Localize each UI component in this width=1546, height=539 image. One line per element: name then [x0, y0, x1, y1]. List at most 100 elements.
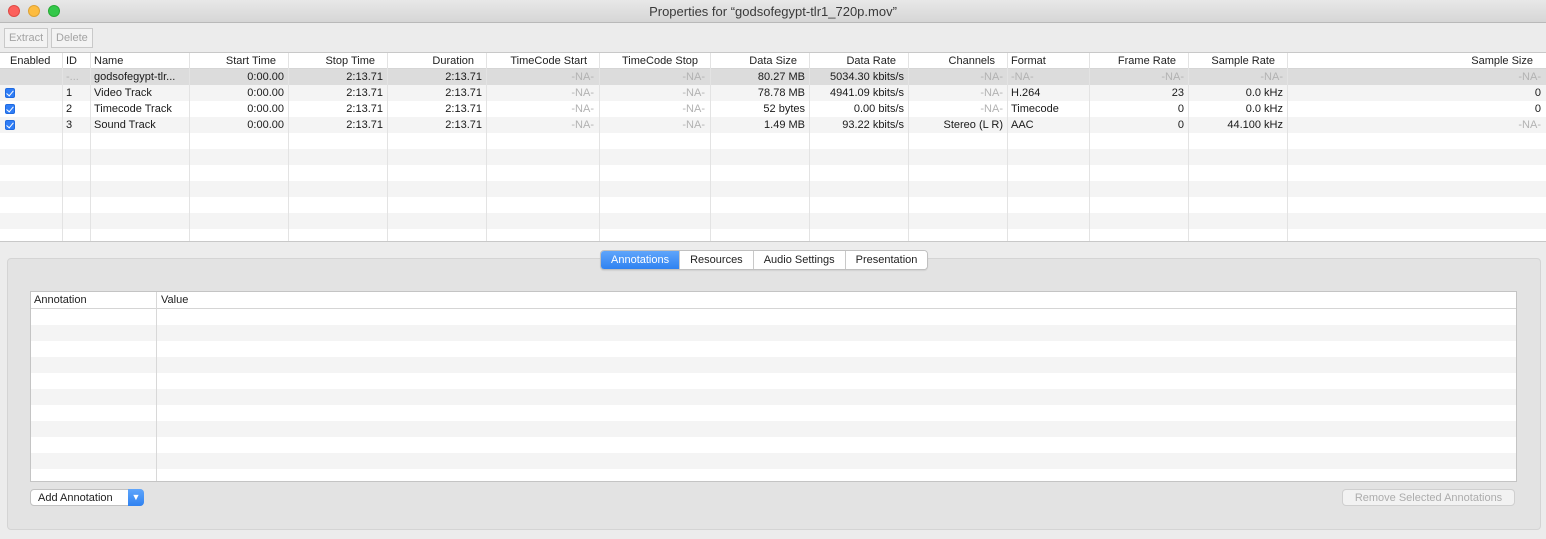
cell-sample-rate: -NA-	[1260, 71, 1283, 83]
cell-name: godsofegypt-tlr...	[94, 71, 176, 83]
cell-frame-rate: 0	[1177, 103, 1184, 115]
empty-row	[31, 405, 1516, 421]
remove-selected-annotations-button[interactable]: Remove Selected Annotations	[1342, 489, 1515, 506]
empty-row	[31, 309, 1516, 325]
empty-row	[0, 149, 1546, 165]
empty-row	[0, 181, 1546, 197]
window-title: Properties for “godsofegypt-tlr1_720p.mo…	[649, 4, 897, 19]
add-annotation-popup[interactable]: Add Annotation ▼	[30, 489, 144, 506]
title-bar: Properties for “godsofegypt-tlr1_720p.mo…	[0, 0, 1546, 23]
add-annotation-label: Add Annotation	[38, 492, 113, 504]
column-divider	[710, 53, 711, 241]
cell-data-rate: 0.00 bits/s	[853, 103, 904, 115]
chevron-down-icon: ▼	[128, 489, 144, 506]
toolbar: Extract Delete	[0, 23, 1546, 53]
cell-id: 3	[66, 119, 73, 131]
cell-start-time: 0:00.00	[247, 119, 284, 131]
column-header-sample-size[interactable]: Sample Size	[1288, 54, 1533, 68]
column-header-data-rate[interactable]: Data Rate	[810, 54, 896, 68]
empty-row	[31, 469, 1516, 481]
column-divider	[90, 53, 91, 241]
cell-duration: 2:13.71	[445, 87, 482, 99]
column-header-enabled[interactable]: Enabled	[10, 54, 50, 68]
table-row[interactable]: 3 Sound Track 0:00.00 2:13.71 2:13.71 -NA- -NA…	[0, 117, 1546, 133]
column-header-value[interactable]: Value	[161, 293, 188, 307]
column-header-timecode-stop[interactable]: TimeCode Stop	[600, 54, 698, 68]
cell-format: -NA-	[1011, 71, 1034, 83]
tracks-table: Enabled ID Name Start Time Stop Time Dur…	[0, 53, 1546, 242]
cell-duration: 2:13.71	[445, 103, 482, 115]
cell-timecode-stop: -NA-	[682, 71, 705, 83]
empty-row	[0, 197, 1546, 213]
column-header-frame-rate[interactable]: Frame Rate	[1090, 54, 1176, 68]
column-header-channels[interactable]: Channels	[909, 54, 995, 68]
column-header-duration[interactable]: Duration	[388, 54, 474, 68]
cell-timecode-start: -NA-	[571, 119, 594, 131]
tab-presentation[interactable]: Presentation	[845, 251, 928, 269]
cell-sample-rate: 0.0 kHz	[1245, 87, 1283, 99]
column-divider	[809, 53, 810, 241]
cell-format: AAC	[1011, 119, 1034, 131]
column-divider	[387, 53, 388, 241]
column-divider	[1089, 53, 1090, 241]
tab-audio-settings[interactable]: Audio Settings	[753, 251, 846, 269]
empty-row	[0, 213, 1546, 229]
cell-channels: -NA-	[980, 103, 1003, 115]
cell-frame-rate: -NA-	[1161, 71, 1184, 83]
cell-data-size: 78.78 MB	[757, 87, 805, 99]
column-header-sample-rate[interactable]: Sample Rate	[1189, 54, 1275, 68]
details-tab-bar: Annotations Resources Audio Settings Pre…	[600, 250, 929, 270]
column-header-name[interactable]: Name	[94, 54, 123, 68]
cell-channels: -NA-	[980, 87, 1003, 99]
table-row[interactable]: 2 Timecode Track 0:00.00 2:13.71 2:13.71 -NA-…	[0, 101, 1546, 117]
tracks-table-header: Enabled ID Name Start Time Stop Time Dur…	[0, 53, 1546, 69]
cell-stop-time: 2:13.71	[346, 71, 383, 83]
enabled-checkbox[interactable]	[5, 104, 15, 114]
empty-row	[31, 341, 1516, 357]
cell-duration: 2:13.71	[445, 71, 482, 83]
column-divider	[486, 53, 487, 241]
cell-data-rate: 93.22 kbits/s	[842, 119, 904, 131]
cell-stop-time: 2:13.71	[346, 119, 383, 131]
delete-button[interactable]: Delete	[51, 28, 93, 48]
cell-start-time: 0:00.00	[247, 103, 284, 115]
empty-row	[31, 325, 1516, 341]
cell-format: H.264	[1011, 87, 1041, 99]
column-divider	[599, 53, 600, 241]
column-header-format[interactable]: Format	[1011, 54, 1046, 68]
enabled-checkbox[interactable]	[5, 88, 15, 98]
annotations-table-header: Annotation Value	[31, 292, 1516, 309]
cell-data-size: 52 bytes	[763, 103, 805, 115]
column-header-id[interactable]: ID	[66, 54, 77, 68]
cell-timecode-stop: -NA-	[682, 103, 705, 115]
column-header-start-time[interactable]: Start Time	[190, 54, 276, 68]
column-header-timecode-start[interactable]: TimeCode Start	[487, 54, 587, 68]
column-header-data-size[interactable]: Data Size	[711, 54, 797, 68]
column-header-annotation[interactable]: Annotation	[34, 293, 87, 307]
table-row[interactable]: 1 Video Track 0:00.00 2:13.71 2:13.71 -NA- -NA…	[0, 85, 1546, 101]
cell-duration: 2:13.71	[445, 119, 482, 131]
cell-id: 1	[66, 87, 73, 99]
cell-start-time: 0:00.00	[247, 87, 284, 99]
column-divider	[1188, 53, 1189, 241]
cell-sample-size: -NA-	[1518, 119, 1541, 131]
empty-row	[0, 229, 1546, 241]
table-row[interactable]: -... godsofegypt-tlr... 0:00.00 2:13.71 2:13…	[0, 69, 1546, 85]
empty-row	[31, 357, 1516, 373]
cell-frame-rate: 23	[1171, 87, 1184, 99]
cell-name: Video Track	[94, 87, 152, 99]
cell-timecode-stop: -NA-	[682, 87, 705, 99]
empty-row	[31, 421, 1516, 437]
cell-id: -...	[66, 71, 79, 83]
tab-annotations[interactable]: Annotations	[601, 251, 681, 269]
cell-channels: Stereo (L R)	[943, 119, 1003, 131]
column-header-stop-time[interactable]: Stop Time	[289, 54, 375, 68]
cell-stop-time: 2:13.71	[346, 103, 383, 115]
cell-data-size: 80.27 MB	[757, 71, 805, 83]
extract-button[interactable]: Extract	[4, 28, 49, 48]
cell-timecode-start: -NA-	[571, 87, 594, 99]
tab-resources[interactable]: Resources	[680, 251, 754, 269]
enabled-checkbox[interactable]	[5, 120, 15, 130]
cell-sample-rate: 0.0 kHz	[1245, 103, 1283, 115]
cell-data-rate: 5034.30 kbits/s	[830, 71, 904, 83]
